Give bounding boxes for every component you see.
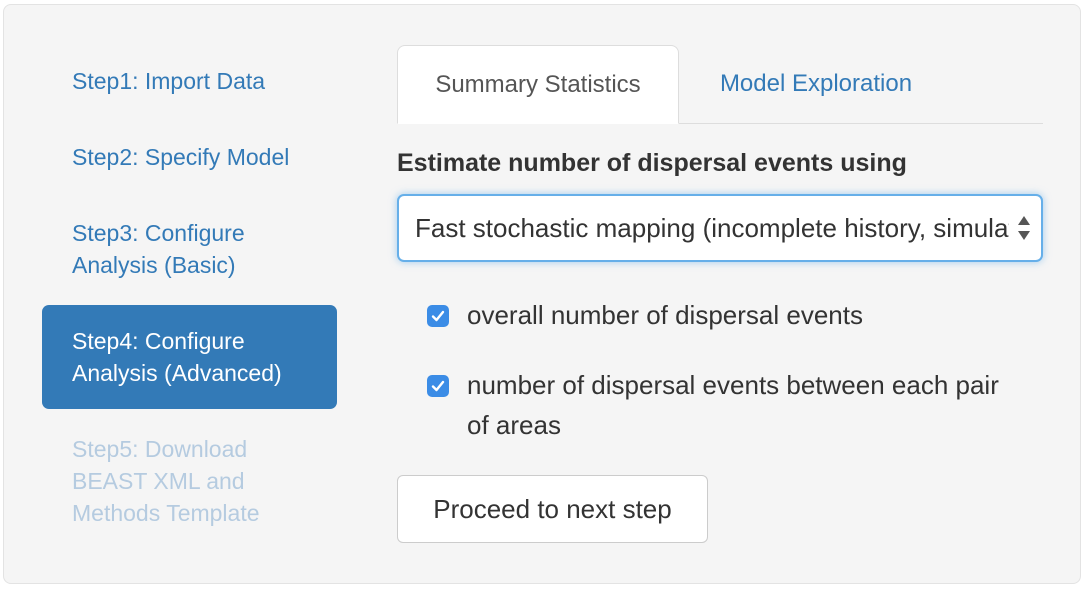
sidebar-item-step4[interactable]: Step4: Configure Analysis (Advanced): [42, 305, 337, 409]
checkmark-icon: [431, 380, 445, 392]
tab-summary-statistics[interactable]: Summary Statistics: [397, 45, 679, 124]
dispersal-method-select[interactable]: Fast stochastic mapping (incomplete hist…: [397, 194, 1043, 262]
select-value: Fast stochastic mapping (incomplete hist…: [415, 213, 1009, 243]
dispersal-method-label: Estimate number of dispersal events usin…: [397, 149, 907, 177]
main-panel: Step1: Import Data Step2: Specify Model …: [3, 4, 1081, 584]
sidebar-item-step1[interactable]: Step1: Import Data: [42, 65, 337, 97]
pairwise-dispersal-label: number of dispersal events between each …: [467, 370, 999, 440]
sidebar-item-step2[interactable]: Step2: Specify Model: [42, 141, 337, 173]
tab-bar: Summary Statistics Model Exploration: [397, 45, 1043, 124]
proceed-button[interactable]: Proceed to next step: [397, 475, 708, 543]
select-arrows-icon: [1017, 214, 1031, 242]
pairwise-dispersal-checkbox[interactable]: [427, 375, 449, 397]
checkmark-icon: [431, 310, 445, 322]
overall-dispersal-checkbox[interactable]: [427, 305, 449, 327]
tab-model-exploration[interactable]: Model Exploration: [679, 45, 953, 123]
overall-dispersal-label: overall number of dispersal events: [467, 300, 863, 330]
sidebar-item-step3[interactable]: Step3: Configure Analysis (Basic): [42, 217, 337, 281]
sidebar-item-step5: Step5: Download BEAST XML and Methods Te…: [72, 436, 260, 526]
